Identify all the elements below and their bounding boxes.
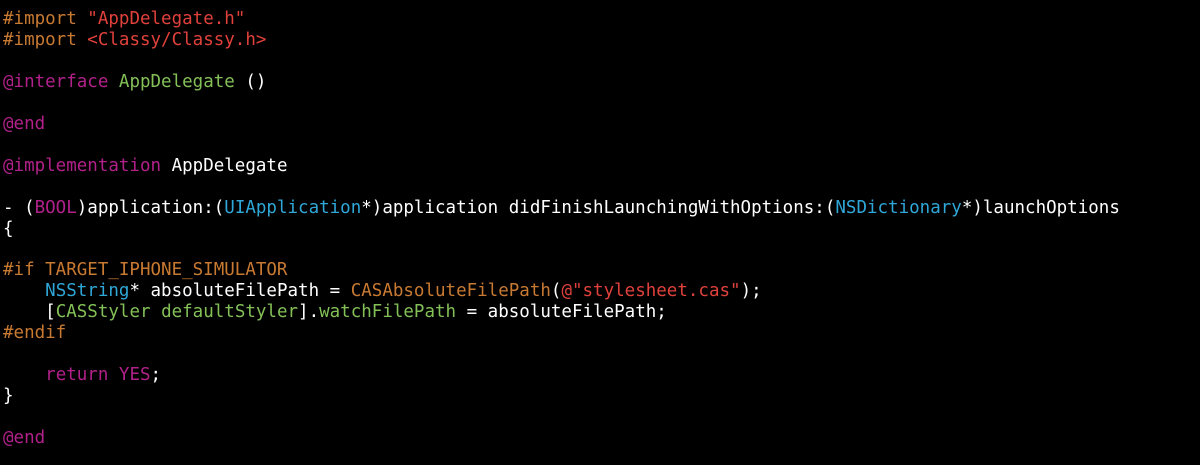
code-line[interactable]: NSString* absoluteFilePath = CASAbsolute… <box>3 281 762 302</box>
code-line[interactable]: } <box>3 386 14 407</box>
code-line[interactable]: #import <Classy/Classy.h> <box>3 30 266 51</box>
code-token-plain: AppDelegate <box>161 155 288 176</box>
code-token-keyword: @interface <box>3 71 109 92</box>
code-token-project-class: AppDelegate <box>118 71 235 92</box>
code-token-plain: *)application didFinishLaunchingWithOpti… <box>361 197 836 218</box>
code-token-method: watchFilePath <box>319 302 457 323</box>
code-token-plain: ; <box>150 365 162 386</box>
code-token-plain: { <box>3 218 14 239</box>
code-token-method: defaultStyler <box>161 302 299 323</box>
code-line[interactable]: @end <box>3 428 45 449</box>
code-token-plain: *)launchOptions <box>961 197 1120 218</box>
code-token-keyword: YES <box>118 365 151 386</box>
code-token-plain: () <box>234 71 267 92</box>
code-token-plain: - ( <box>3 197 35 218</box>
code-token-preprocessor: #endif <box>3 323 67 344</box>
code-token-keyword: @implementation <box>3 155 162 176</box>
code-token-plain: * absoluteFilePath = <box>129 281 351 302</box>
code-token-system-class: NSString <box>45 281 130 302</box>
code-token-keyword: @end <box>3 113 46 134</box>
code-line[interactable]: #endif <box>3 323 66 344</box>
code-token-string: @"stylesheet.cas" <box>561 281 741 302</box>
code-token-plain: [ <box>3 302 56 323</box>
code-token-plain: ( <box>550 281 562 302</box>
code-line[interactable]: #if TARGET_IPHONE_SIMULATOR <box>3 260 287 281</box>
code-token-string: <Classy/Classy.h> <box>87 29 267 50</box>
code-token-preprocessor: #import <box>3 29 88 50</box>
code-line[interactable]: - (BOOL)application:(UIApplication*)appl… <box>3 198 1120 219</box>
code-token-keyword: @end <box>3 428 46 448</box>
code-token-string: "AppDelegate.h" <box>87 9 246 29</box>
code-token-plain: )application:( <box>76 197 225 218</box>
code-token-system-class: UIApplication <box>224 197 362 218</box>
code-token-preprocessor: #if TARGET_IPHONE_SIMULATOR <box>3 260 288 281</box>
code-line[interactable]: @interface AppDelegate () <box>3 72 266 93</box>
code-token-plain: ]. <box>298 302 320 323</box>
code-editor[interactable]: #import "AppDelegate.h" #import <Classy/C… <box>0 0 1200 465</box>
code-token-project-class: CASStyler <box>55 302 151 323</box>
code-line[interactable]: @implementation AppDelegate <box>3 156 287 177</box>
code-token-preprocessor: #import <box>3 9 88 29</box>
code-token-plain: } <box>3 386 14 407</box>
code-line[interactable]: @end <box>3 114 45 135</box>
code-token-keyword: BOOL <box>34 197 77 218</box>
code-line[interactable]: #import "AppDelegate.h" <box>3 9 245 30</box>
code-line[interactable]: return YES; <box>3 365 161 386</box>
code-token-plain: = absoluteFilePath; <box>456 302 667 323</box>
code-token-plain: ); <box>740 281 762 302</box>
code-line[interactable]: [CASStyler defaultStyler].watchFilePath … <box>3 302 667 323</box>
code-token-constant: CASAbsoluteFilePath <box>350 281 551 302</box>
code-line[interactable]: { <box>3 219 14 240</box>
code-token-keyword: return <box>45 365 109 386</box>
code-token-system-class: NSDictionary <box>835 197 962 218</box>
